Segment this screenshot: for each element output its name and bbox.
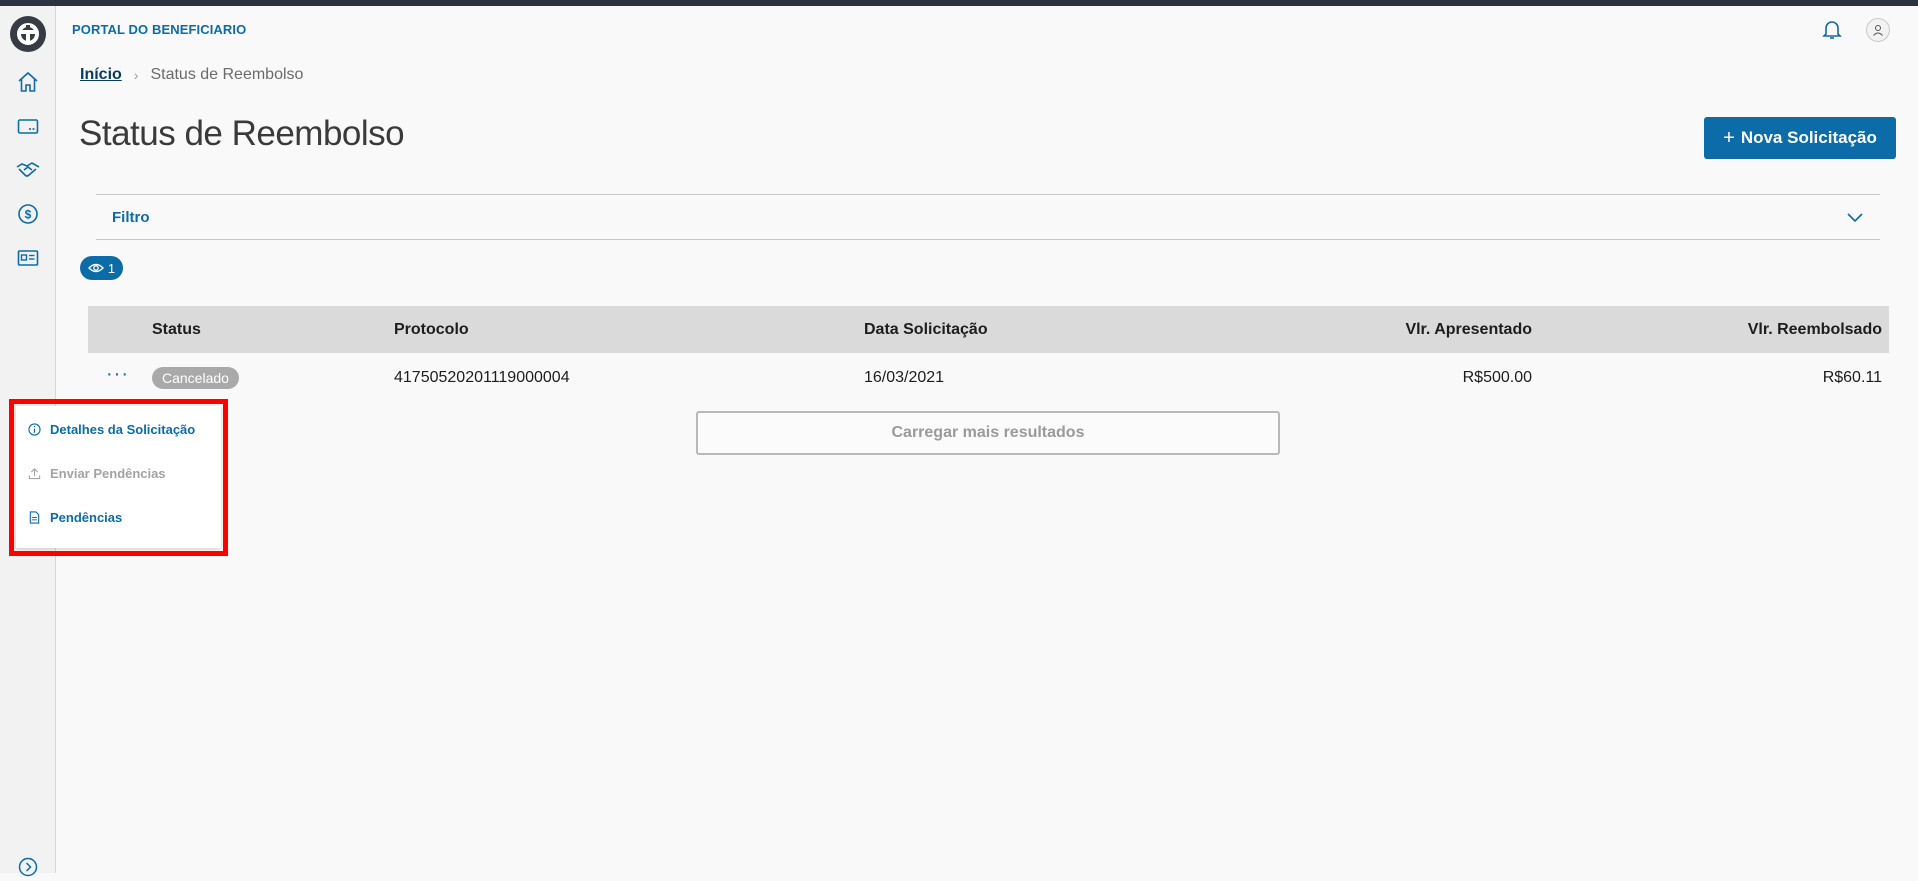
chevron-down-icon [1847,213,1863,223]
view-count: 1 [107,260,116,276]
new-request-label: Nova Solicitação [1740,128,1877,147]
bell-icon [1822,21,1842,39]
column-header-data[interactable]: Data Solicitação [864,321,988,339]
breadcrumb-current: Status de Reembolso [150,66,304,83]
chevron-right-circle-icon [18,857,38,877]
home-icon [18,71,38,92]
status-badge: Cancelado [152,367,239,389]
plus-icon: + [1723,127,1735,149]
handshake-icon [16,162,40,177]
portal-title: PORTAL DO BENEFICIARIO [72,22,247,37]
cell-data: 16/03/2021 [864,369,945,386]
new-request-button[interactable]: + Nova Solicitação [1704,117,1896,159]
cell-protocolo: 41750520201119000004 [394,369,570,386]
view-count-badge[interactable]: 1 [80,256,123,280]
user-avatar-button[interactable] [1866,18,1890,42]
sidebar-item-home[interactable] [14,68,42,96]
load-more-button[interactable]: Carregar mais resultados [696,411,1280,455]
sidebar-item-handshake[interactable] [14,156,42,184]
sidebar-item-finance[interactable]: $ [14,200,42,228]
filter-label: Filtro [112,209,150,226]
sidebar-item-id-card[interactable] [14,244,42,272]
cell-apresentado: R$500.00 [1462,369,1532,386]
logo-icon [17,23,39,45]
sidebar-expand-button[interactable] [14,853,42,881]
window-top-strip [0,0,1918,6]
cell-reembolsado: R$60.11 [1822,369,1882,386]
table-row: ··· Cancelado 41750520201119000004 16/03… [88,353,1889,403]
dollar-icon: $ [18,204,38,224]
app-logo[interactable] [10,16,46,52]
notifications-button[interactable] [1820,17,1844,41]
row-actions-button[interactable]: ··· [106,363,129,386]
eye-icon [87,263,104,273]
column-header-apresentado[interactable]: Vlr. Apresentado [1405,321,1532,339]
id-card-icon [17,250,39,266]
column-header-reembolsado[interactable]: Vlr. Reembolsado [1748,321,1882,339]
card-icon [17,119,39,134]
user-icon [1873,25,1883,36]
highlight-box [9,399,228,556]
column-header-status[interactable]: Status [152,321,201,339]
breadcrumb: Início › Status de Reembolso [80,66,303,84]
column-header-protocolo[interactable]: Protocolo [394,321,469,339]
table-header: Status Protocolo Data Solicitação Vlr. A… [88,306,1889,353]
chevron-right-icon: › [133,67,139,83]
sidebar-item-card[interactable] [14,112,42,140]
filter-accordion[interactable]: Filtro [96,194,1880,240]
breadcrumb-home-link[interactable]: Início [80,66,122,84]
page-title: Status de Reembolso [79,114,405,153]
svg-text:$: $ [25,208,32,222]
